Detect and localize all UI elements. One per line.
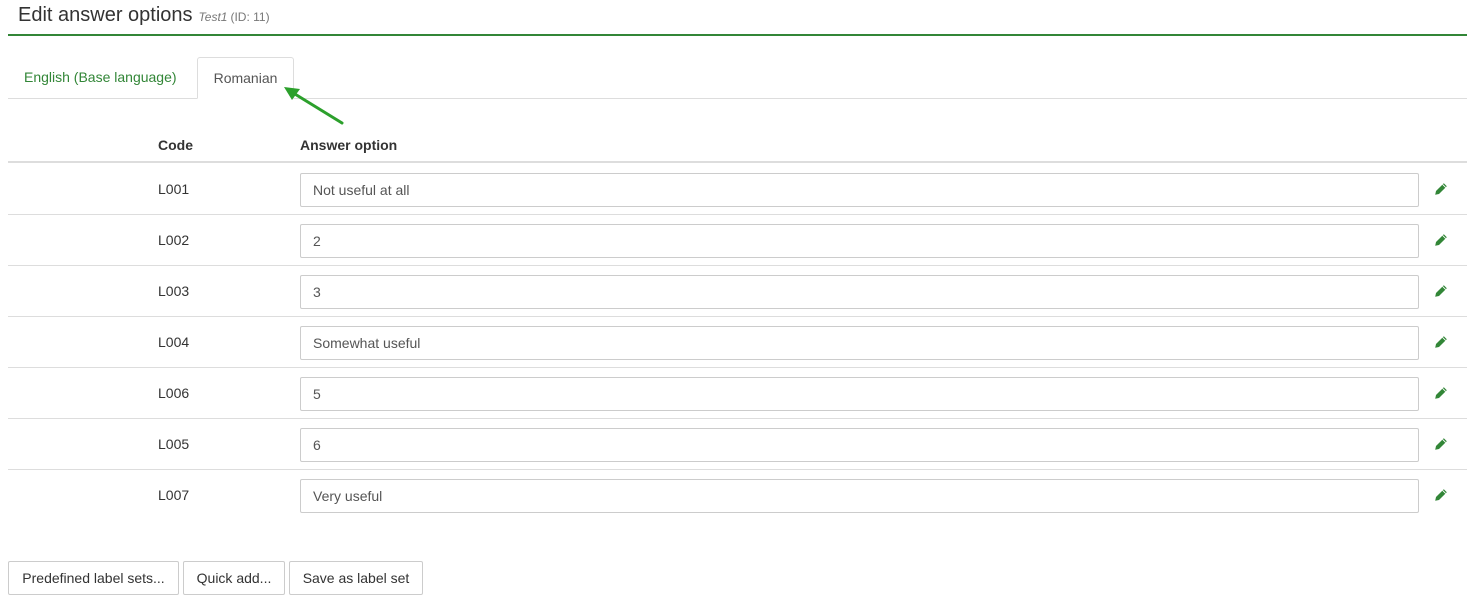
pencil-icon[interactable] (1434, 182, 1448, 196)
table-row: L002 (8, 215, 1467, 266)
column-header-answer: Answer option (300, 137, 398, 153)
answer-option-input[interactable] (300, 275, 1419, 309)
row-code: L005 (158, 436, 190, 452)
row-code: L007 (158, 487, 190, 503)
column-header-code: Code (158, 137, 193, 153)
row-code: L004 (158, 334, 190, 350)
answer-option-input[interactable] (300, 326, 1419, 360)
row-code: L006 (158, 385, 190, 401)
pencil-icon[interactable] (1434, 284, 1448, 298)
survey-name: Test1 (198, 10, 228, 24)
pencil-icon[interactable] (1434, 437, 1448, 451)
pencil-icon[interactable] (1434, 335, 1448, 349)
table-row: L004 (8, 317, 1467, 368)
answer-option-input[interactable] (300, 479, 1419, 513)
table-row: L006 (8, 368, 1467, 419)
table-row: L005 (8, 419, 1467, 470)
table-row: L001 (8, 164, 1467, 215)
save-as-label-set-button[interactable]: Save as label set (289, 561, 423, 595)
answer-option-input[interactable] (300, 428, 1419, 462)
language-tabs: English (Base language) Romanian (8, 57, 1467, 99)
pencil-icon[interactable] (1434, 233, 1448, 247)
annotation-arrow-icon (284, 87, 344, 125)
row-code: L003 (158, 283, 190, 299)
survey-id: (ID: 11) (230, 10, 270, 24)
pencil-icon[interactable] (1434, 488, 1448, 502)
answer-option-input[interactable] (300, 224, 1419, 258)
table-row: L007 (8, 470, 1467, 521)
table-row: L003 (8, 266, 1467, 317)
answer-option-input[interactable] (300, 173, 1419, 207)
quick-add-button[interactable]: Quick add... (183, 561, 285, 595)
pencil-icon[interactable] (1434, 386, 1448, 400)
row-code: L001 (158, 181, 190, 197)
predefined-label-sets-button[interactable]: Predefined label sets... (8, 561, 179, 595)
table-header: Code Answer option (8, 126, 1467, 163)
row-code: L002 (158, 232, 190, 248)
page-title: Edit answer options Test1 (ID: 11) (18, 4, 270, 27)
answer-option-input[interactable] (300, 377, 1419, 411)
tab-english[interactable]: English (Base language) (9, 57, 192, 98)
page-header: Edit answer options Test1 (ID: 11) (8, 0, 1467, 36)
page-title-text: Edit answer options (18, 4, 193, 26)
